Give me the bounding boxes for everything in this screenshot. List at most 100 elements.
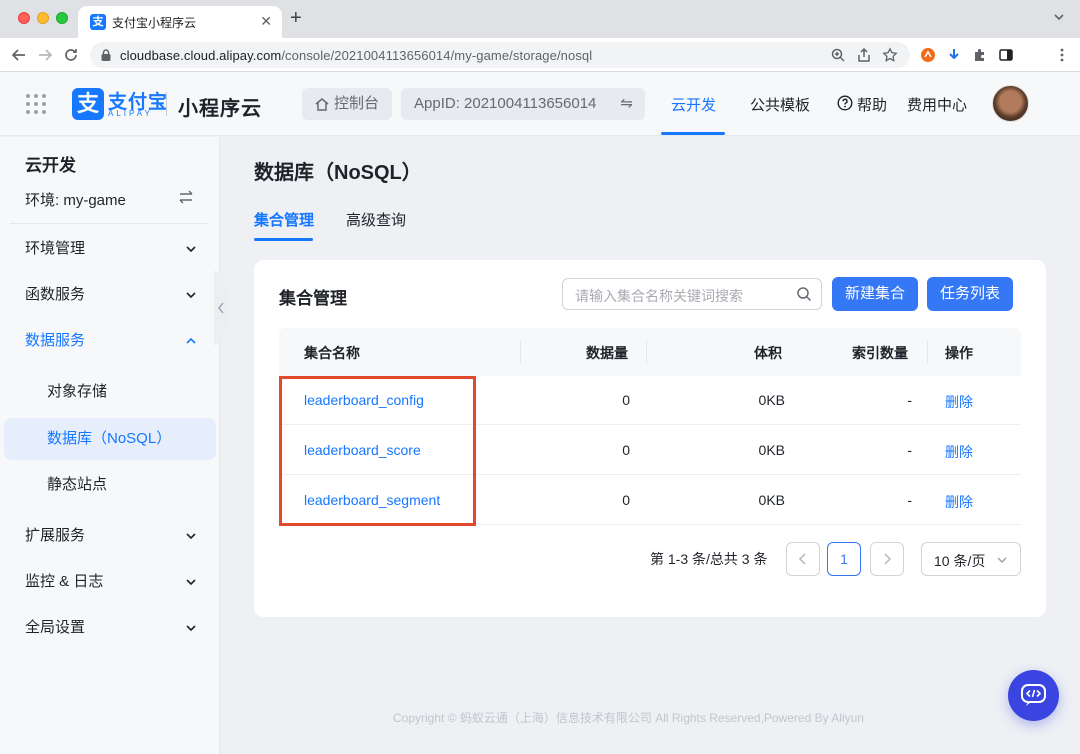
nav-help[interactable]: 帮助 [857, 94, 887, 115]
user-avatar[interactable] [992, 85, 1029, 122]
collapse-sidebar-icon[interactable] [214, 270, 228, 346]
environment-label: 环境: my-game [25, 192, 126, 209]
delete-link[interactable]: 删除 [945, 492, 973, 512]
page-title: 数据库（NoSQL） [254, 162, 422, 184]
app-id-switcher[interactable]: AppID: 2021004113656014 ⇋ [401, 88, 645, 120]
sidebar-item-data-service[interactable]: 数据服务 [0, 319, 219, 363]
sidebar: 云开发 环境: my-game 环境管理 函数服务 数据服务 对象存储 数据库（… [0, 137, 220, 754]
browser-menu-icon[interactable] [1054, 47, 1070, 63]
sidebar-item-env-management[interactable]: 环境管理 [0, 227, 219, 271]
row-size: 0KB [758, 442, 785, 458]
tab-collection-management[interactable]: 集合管理 [254, 209, 314, 230]
window-close-button[interactable] [18, 12, 30, 24]
nav-cloud-dev[interactable]: 云开发 [671, 94, 716, 115]
card-title: 集合管理 [279, 289, 347, 308]
row-count: 0 [622, 442, 630, 458]
tab-title: 支付宝小程序云 [112, 16, 197, 30]
sidebar-item-monitoring-logs[interactable]: 监控 & 日志 [0, 560, 219, 604]
url-text: cloudbase.cloud.alipay.com/console/20210… [120, 48, 593, 63]
side-panel-icon[interactable] [998, 47, 1014, 63]
help-icon[interactable] [837, 95, 853, 111]
new-tab-icon[interactable]: + [290, 8, 302, 28]
sidebar-subitem-label: 数据库（NoSQL） [47, 430, 172, 447]
alipay-logo-icon[interactable]: 支 [72, 88, 104, 120]
sidebar-title: 云开发 [25, 156, 76, 175]
annotation-highlight-box [279, 376, 476, 526]
column-header-count: 数据量 [586, 345, 628, 361]
app-grid-icon[interactable] [24, 92, 48, 116]
new-collection-button[interactable]: 新建集合 [832, 277, 918, 311]
sidebar-item-extension-service[interactable]: 扩展服务 [0, 514, 219, 558]
pagination-next-button[interactable] [870, 542, 904, 576]
pagination-total: 第 1-3 条/总共 3 条 [650, 551, 768, 567]
sidebar-divider [10, 223, 208, 224]
sidebar-subitem-label: 对象存储 [47, 383, 108, 400]
tab-advanced-query[interactable]: 高级查询 [346, 209, 406, 230]
window-zoom-button[interactable] [56, 12, 68, 24]
product-name: 小程序云 [178, 98, 262, 120]
home-icon [315, 98, 329, 111]
row-count: 0 [622, 392, 630, 408]
close-tab-icon[interactable]: ✕ [260, 13, 272, 30]
support-chat-button[interactable] [1008, 670, 1059, 721]
copyright-footer: Copyright © 蚂蚁云通（上海）信息技术有限公司 All Rights … [393, 711, 864, 725]
address-bar[interactable]: cloudbase.cloud.alipay.com/console/20210… [90, 42, 910, 68]
pagination-prev-button[interactable] [786, 542, 820, 576]
nav-public-templates[interactable]: 公共模板 [750, 94, 810, 115]
switch-environment-icon[interactable] [178, 190, 194, 204]
chevron-down-icon [186, 579, 196, 586]
sidebar-item-label: 扩展服务 [25, 527, 86, 544]
column-divider [646, 340, 647, 364]
share-icon[interactable] [856, 47, 872, 63]
sidebar-item-global-settings[interactable]: 全局设置 [0, 606, 219, 650]
forward-arrow-icon[interactable] [36, 46, 54, 64]
console-button[interactable]: 控制台 [302, 88, 392, 120]
app-id-label: AppID: 2021004113656014 [414, 95, 597, 112]
search-icon[interactable] [796, 286, 812, 302]
chevron-down-icon [186, 246, 196, 253]
search-placeholder: 请输入集合名称关键词搜索 [575, 288, 743, 304]
logo-english-text: ALIPAY [108, 109, 153, 118]
sidebar-item-function-service[interactable]: 函数服务 [0, 273, 219, 317]
code-chat-icon [1021, 684, 1046, 706]
sidebar-item-label: 环境管理 [25, 240, 86, 257]
console-label: 控制台 [334, 95, 380, 112]
chevron-right-icon [884, 553, 892, 565]
download-icon[interactable] [946, 47, 962, 63]
page-size-select[interactable]: 10 条/页 [921, 542, 1021, 576]
sidebar-subitem-label: 静态站点 [47, 476, 108, 493]
search-input[interactable]: 请输入集合名称关键词搜索 [562, 278, 822, 310]
back-arrow-icon[interactable] [10, 46, 28, 64]
row-indexes: - [907, 442, 912, 458]
tab-search-chevron-icon[interactable] [1052, 10, 1066, 24]
zoom-icon[interactable] [830, 47, 846, 63]
extensions-puzzle-icon[interactable] [972, 47, 988, 63]
alipay-favicon-icon: 支 [90, 14, 106, 30]
extension-orange-icon[interactable] [920, 47, 936, 63]
row-size: 0KB [758, 492, 785, 508]
delete-link[interactable]: 删除 [945, 392, 973, 412]
row-indexes: - [907, 392, 912, 408]
chevron-down-icon [997, 557, 1007, 563]
sidebar-item-label: 数据服务 [25, 332, 86, 349]
sidebar-subitem-nosql-database[interactable]: 数据库（NoSQL） [4, 418, 216, 460]
bookmark-star-icon[interactable] [882, 47, 898, 63]
browser-tab-bar: 支 支付宝小程序云 ✕ + [0, 0, 1080, 38]
lock-icon[interactable] [100, 48, 112, 62]
column-header-name: 集合名称 [304, 345, 360, 361]
swap-icon: ⇋ [620, 95, 633, 112]
column-divider [927, 340, 928, 364]
browser-toolbar: cloudbase.cloud.alipay.com/console/20210… [0, 38, 1080, 103]
sidebar-subitem-static-site[interactable]: 静态站点 [4, 464, 216, 506]
task-list-button[interactable]: 任务列表 [927, 277, 1013, 311]
pagination-page-button[interactable]: 1 [827, 542, 861, 576]
delete-link[interactable]: 删除 [945, 442, 973, 462]
nav-billing[interactable]: 费用中心 [907, 94, 967, 115]
row-count: 0 [622, 492, 630, 508]
reload-icon[interactable] [62, 46, 80, 64]
window-minimize-button[interactable] [37, 12, 49, 24]
tab-active-indicator [254, 238, 313, 241]
nav-active-indicator [661, 132, 725, 135]
sidebar-subitem-object-storage[interactable]: 对象存储 [4, 371, 216, 413]
browser-tab[interactable]: 支 支付宝小程序云 ✕ [78, 6, 282, 38]
